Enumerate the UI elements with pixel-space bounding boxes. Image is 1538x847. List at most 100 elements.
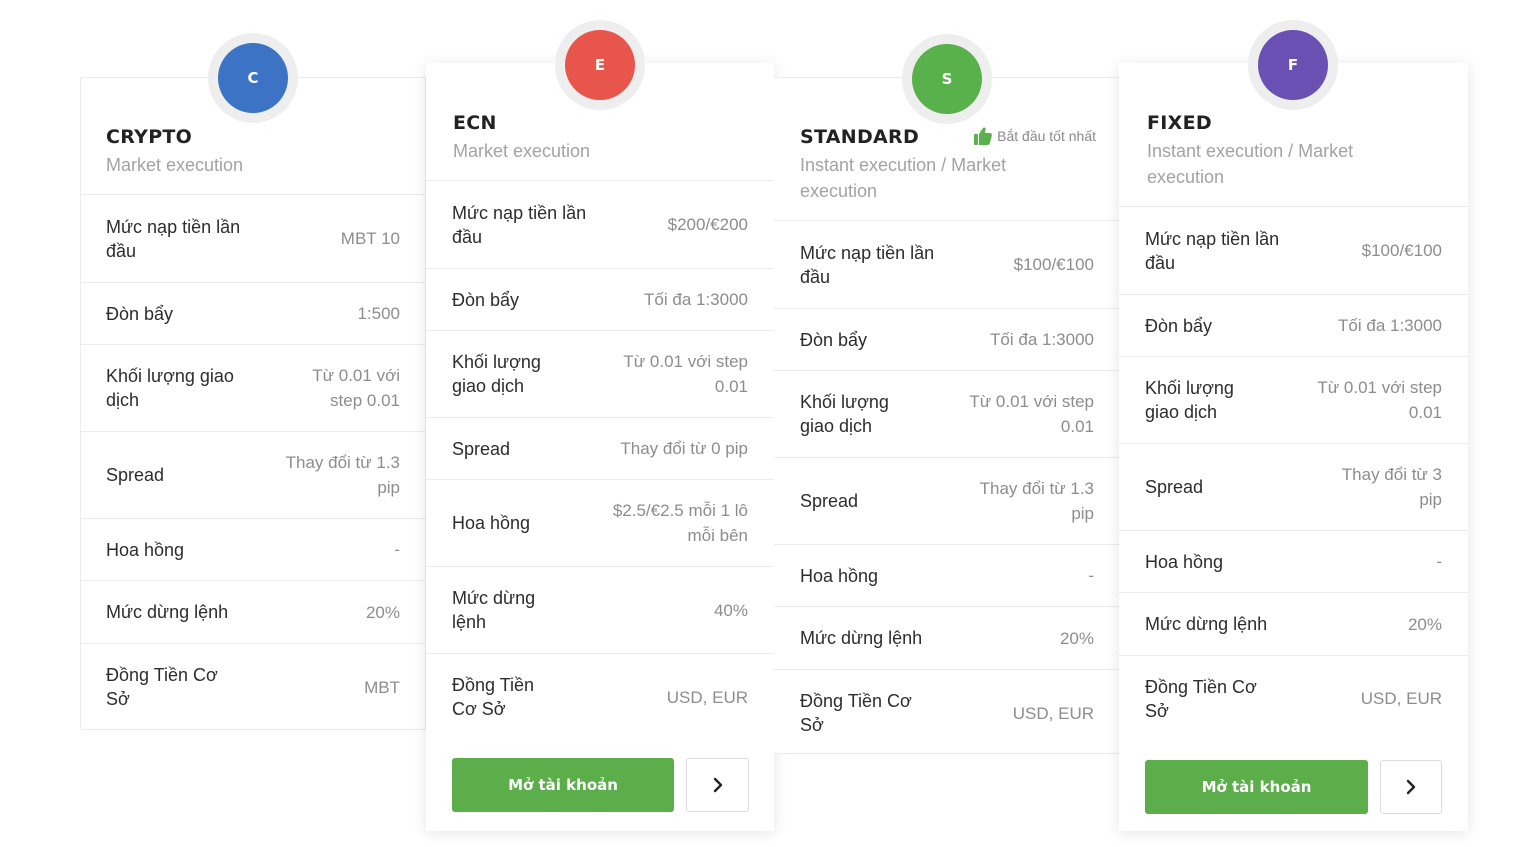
spec-value: Từ 0.01 với step 0.01	[312, 366, 400, 410]
spec-value: $200/€200	[667, 215, 748, 234]
card-title: FIXED	[1147, 112, 1212, 134]
card-header-standard: STANDARD Bắt đầu tốt nhất Instant execut…	[800, 126, 1096, 204]
spec-label: Khối lượng giao dịch	[1145, 378, 1234, 422]
spec-row-spread: Spread Thay đổi từ 1.3 pip	[80, 431, 426, 518]
spec-value: $2.5/€2.5 mỗi 1 lô mỗi bên	[612, 501, 748, 545]
spec-label: Mức dừng lệnh	[106, 602, 229, 622]
spec-label: Spread	[106, 465, 165, 485]
spec-value: 20%	[1407, 614, 1442, 634]
spec-value: Thay đổi từ 1.3 pip	[979, 479, 1094, 523]
details-arrow-button[interactable]	[686, 758, 749, 812]
spec-value: Thay đổi từ 0 pip	[620, 439, 748, 458]
spec-row-commission: Hoa hồng $2.5/€2.5 mỗi 1 lô mỗi bên	[426, 479, 774, 566]
avatar-ring-crypto: C	[208, 33, 298, 123]
spec-label: Mức nạp tiền lần đầu	[106, 216, 241, 261]
spec-label: Đòn bẩy	[106, 303, 174, 324]
spec-list-fixed: Mức nạp tiền lần đầu $100/€100 Đòn bẩy T…	[1119, 206, 1468, 741]
spec-row-commission: Hoa hồng -	[774, 544, 1120, 606]
avatar: E	[565, 30, 635, 100]
spec-value: Tối đa 1:3000	[644, 290, 748, 309]
spec-row-currency: Đồng Tiền Cơ Sở MBT	[80, 643, 426, 730]
spec-list-standard: Mức nạp tiền lần đầu $100/€100 Đòn bẩy T…	[774, 220, 1120, 756]
spec-row-volume: Khối lượng giao dịch Từ 0.01 với step 0.…	[426, 330, 774, 417]
spec-row-deposit: Mức nạp tiền lần đầu $100/€100	[1119, 206, 1468, 294]
spec-value: Từ 0.01 với step 0.01	[969, 392, 1094, 436]
open-account-button[interactable]: Mở tài khoản	[1145, 760, 1368, 814]
spec-value: -	[1436, 552, 1442, 571]
spec-label: Khối lượng giao dịch	[452, 352, 541, 396]
spec-row-spread: Spread Thay đổi từ 3 pip	[1119, 443, 1468, 530]
spec-value: -	[1088, 566, 1094, 585]
spec-label: Khối lượng giao dịch	[800, 392, 889, 436]
card-header-ecn: ECN Market execution	[453, 112, 753, 164]
spec-row-deposit: Mức nạp tiền lần đầu $100/€100	[774, 220, 1120, 308]
spec-value: USD, EUR	[1012, 703, 1094, 723]
avatar-ring-ecn: E	[555, 20, 645, 110]
card-title: ECN	[453, 112, 497, 134]
spec-value: MBT	[364, 677, 400, 697]
spec-label: Mức dừng lệnh	[800, 628, 923, 648]
spec-row-deposit: Mức nạp tiền lần đầu MBT 10	[80, 194, 426, 282]
spec-label: Hoa hồng	[106, 539, 185, 560]
spec-row-volume: Khối lượng giao dịch Từ 0.01 với step 0.…	[774, 370, 1120, 457]
spec-label: Hoa hồng	[452, 513, 531, 533]
spec-label: Đòn bẩy	[1145, 315, 1213, 336]
spec-row-volume: Khối lượng giao dịch Từ 0.01 với step 0.…	[1119, 356, 1468, 443]
spec-row-currency: Đồng Tiền Cơ Sở USD, EUR	[426, 653, 774, 740]
spec-row-leverage: Đòn bẩy Tối đa 1:3000	[774, 308, 1120, 370]
spec-label: Mức nạp tiền lần đầu	[452, 202, 587, 247]
spec-label: Hoa hồng	[1145, 551, 1224, 572]
spec-row-stopout: Mức dừng lệnh 20%	[774, 606, 1120, 669]
spec-value: MBT 10	[340, 229, 400, 248]
best-start-label: Bắt đầu tốt nhất	[997, 128, 1096, 144]
spec-label: Đồng Tiền Cơ Sở	[800, 691, 912, 735]
spec-row-leverage: Đòn bẩy Tối đa 1:3000	[426, 268, 774, 330]
spec-value: 20%	[1059, 628, 1094, 648]
avatar-ring-standard: S	[902, 34, 992, 124]
spec-label: Đồng Tiền Cơ Sở	[106, 665, 218, 709]
spec-value: USD, EUR	[666, 687, 748, 707]
chevron-right-icon	[1406, 779, 1416, 795]
spec-label: Spread	[800, 491, 859, 511]
spec-label: Đồng Tiền Cơ Sở	[1145, 676, 1257, 721]
open-account-button[interactable]: Mở tài khoản	[452, 758, 674, 812]
card-header-fixed: FIXED Instant execution / Market executi…	[1147, 112, 1443, 190]
spec-value: Thay đổi từ 3 pip	[1341, 465, 1442, 509]
spec-row-deposit: Mức nạp tiền lần đầu $200/€200	[426, 180, 774, 268]
spec-value: -	[394, 540, 400, 559]
spec-label: Mức dừng lệnh	[452, 588, 536, 632]
spec-label: Đòn bẩy	[800, 329, 868, 350]
spec-list-crypto: Mức nạp tiền lần đầu MBT 10 Đòn bẩy 1:50…	[80, 194, 426, 730]
spec-value: $100/€100	[1013, 255, 1094, 274]
spec-row-stopout: Mức dừng lệnh 20%	[80, 580, 426, 643]
details-arrow-button[interactable]	[1380, 760, 1442, 814]
spec-value: 20%	[365, 602, 400, 622]
spec-label: Hoa hồng	[800, 565, 879, 586]
spec-row-leverage: Đòn bẩy Tối đa 1:3000	[1119, 294, 1468, 356]
card-subtitle: Market execution	[106, 155, 244, 175]
spec-label: Đòn bẩy	[452, 289, 520, 310]
spec-row-commission: Hoa hồng -	[1119, 530, 1468, 592]
avatar-ring-fixed: F	[1248, 20, 1338, 110]
spec-list-ecn: Mức nạp tiền lần đầu $200/€200 Đòn bẩy T…	[426, 180, 774, 740]
spec-value: 1:500	[357, 304, 400, 323]
card-title: CRYPTO	[106, 126, 193, 148]
chevron-right-icon	[713, 777, 722, 793]
best-start-badge: Bắt đầu tốt nhất	[973, 126, 1096, 146]
spec-label: Mức dừng lệnh	[1145, 614, 1268, 634]
spec-value: $100/€100	[1361, 241, 1442, 260]
spec-label: Đồng Tiền Cơ Sở	[452, 675, 535, 719]
spec-label: Mức nạp tiền lần đầu	[800, 242, 935, 287]
spec-row-stopout: Mức dừng lệnh 20%	[1119, 592, 1468, 655]
spec-value: USD, EUR	[1360, 689, 1442, 708]
avatar: S	[912, 44, 982, 114]
spec-label: Spread	[1145, 477, 1204, 497]
spec-row-stopout: Mức dừng lệnh 40%	[426, 566, 774, 653]
spec-row-commission: Hoa hồng -	[80, 518, 426, 580]
spec-row-spread: Spread Thay đổi từ 0 pip	[426, 417, 774, 479]
spec-row-spread: Spread Thay đổi từ 1.3 pip	[774, 457, 1120, 544]
card-header-crypto: CRYPTO Market execution	[106, 126, 406, 178]
spec-row-volume: Khối lượng giao dịch Từ 0.01 với step 0.…	[80, 344, 426, 431]
card-subtitle: Market execution	[453, 141, 591, 161]
spec-label: Mức nạp tiền lần đầu	[1145, 228, 1280, 273]
